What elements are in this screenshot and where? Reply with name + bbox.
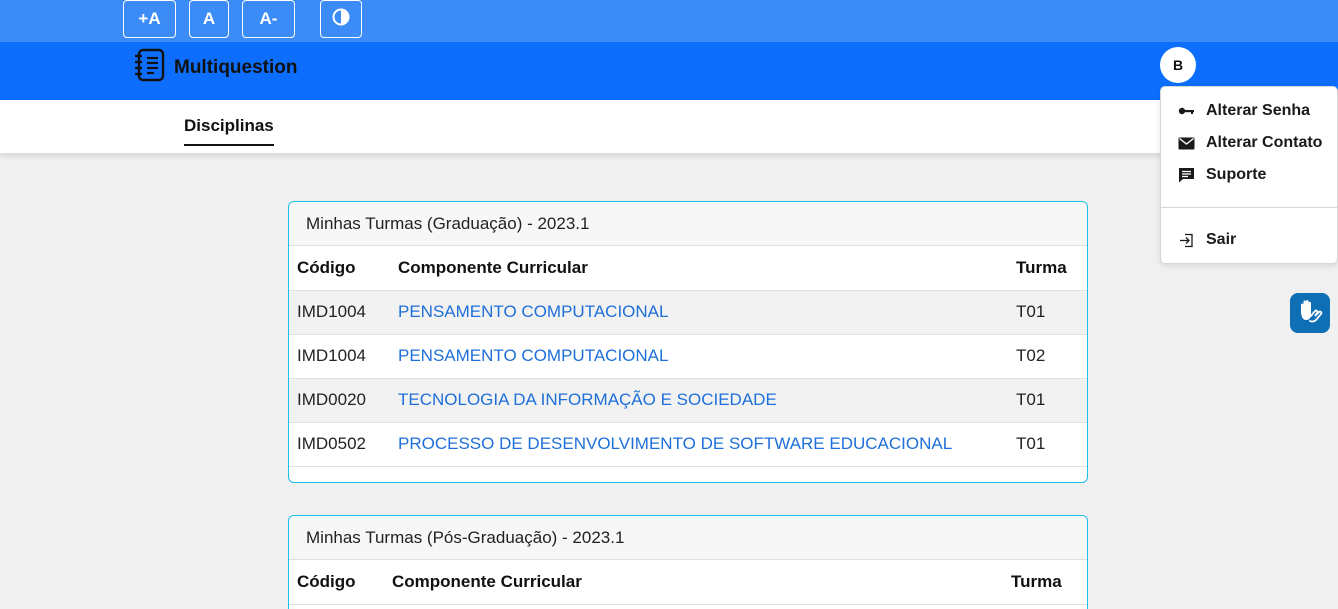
menu-item-alterar-contato[interactable]: Alterar Contato — [1177, 134, 1322, 152]
menu-item-label: Alterar Senha — [1206, 102, 1311, 119]
column-header-componente: Componente Curricular — [390, 246, 1008, 291]
card-title: Minhas Turmas (Graduação) - 2023.1 — [289, 202, 1087, 246]
navbar: Multiquestion B — [0, 42, 1338, 100]
subnav: Disciplinas — [0, 100, 1338, 153]
tab-disciplinas[interactable]: Disciplinas — [184, 116, 274, 146]
accessibility-bar: +A A A- — [0, 0, 1338, 42]
card-title: Minhas Turmas (Pós-Graduação) - 2023.1 — [289, 516, 1087, 560]
table-row: IMD0502 PROCESSO DE DESENVOLVIMENTO DE S… — [289, 422, 1087, 467]
menu-item-alterar-senha[interactable]: Alterar Senha — [1177, 102, 1310, 120]
cell-componente: PENSAMENTO COMPUTACIONAL — [390, 334, 1008, 379]
envelope-icon — [1177, 137, 1195, 150]
course-link[interactable]: PENSAMENTO COMPUTACIONAL — [398, 346, 668, 365]
column-header-codigo: Código — [289, 560, 384, 605]
user-avatar-button[interactable]: B — [1160, 47, 1196, 83]
vlibras-widget-button[interactable] — [1290, 293, 1330, 333]
classes-table: Código Componente Curricular Turma IMD10… — [289, 246, 1087, 467]
contrast-icon — [332, 8, 350, 31]
cell-codigo: IMD0020 — [289, 378, 390, 423]
course-link[interactable]: PROCESSO DE DESENVOLVIMENTO DE SOFTWARE … — [398, 434, 952, 453]
cell-componente: PENSAMENTO COMPUTACIONAL — [390, 290, 1008, 335]
menu-item-sair[interactable]: Sair — [1177, 231, 1236, 249]
menu-divider — [1161, 207, 1337, 208]
cell-componente: TECNOLOGIA DA INFORMAÇÃO E SOCIEDADE — [390, 378, 1008, 423]
column-header-codigo: Código — [289, 246, 390, 291]
cell-codigo: IMD0502 — [289, 422, 390, 467]
cell-componente: PROCESSO DE DESENVOLVIMENTO DE SOFTWARE … — [390, 422, 1008, 467]
logout-icon — [1177, 233, 1195, 248]
table-row: IMD0020 TECNOLOGIA DA INFORMAÇÃO E SOCIE… — [289, 378, 1087, 423]
contrast-toggle-button[interactable] — [320, 0, 362, 38]
key-icon — [1177, 106, 1195, 116]
menu-item-label: Sair — [1206, 231, 1237, 248]
decrease-font-button[interactable]: A- — [242, 0, 295, 38]
graduacao-classes-card: Minhas Turmas (Graduação) - 2023.1 Códig… — [288, 201, 1088, 483]
classes-table: Código Componente Curricular Turma — [289, 560, 1087, 605]
menu-item-label: Suporte — [1206, 166, 1267, 183]
column-header-componente: Componente Curricular — [384, 560, 1003, 605]
menu-item-label: Alterar Contato — [1206, 134, 1323, 151]
cell-turma: T02 — [1008, 334, 1087, 379]
course-link[interactable]: PENSAMENTO COMPUTACIONAL — [398, 302, 668, 321]
menu-item-suporte[interactable]: Suporte — [1177, 166, 1266, 184]
default-font-button[interactable]: A — [189, 0, 229, 38]
column-header-turma: Turma — [1003, 560, 1087, 605]
pos-graduacao-classes-card: Minhas Turmas (Pós-Graduação) - 2023.1 C… — [288, 515, 1088, 609]
brand-link[interactable]: Multiquestion — [134, 48, 297, 87]
cell-codigo: IMD1004 — [289, 334, 390, 379]
increase-font-button[interactable]: +A — [123, 0, 176, 38]
brand-name: Multiquestion — [174, 56, 298, 78]
cell-turma: T01 — [1008, 290, 1087, 335]
cell-codigo: IMD1004 — [289, 290, 390, 335]
chat-icon — [1177, 167, 1195, 183]
table-row: IMD1004 PENSAMENTO COMPUTACIONAL T02 — [289, 334, 1087, 379]
cell-turma: T01 — [1008, 378, 1087, 423]
table-row: IMD1004 PENSAMENTO COMPUTACIONAL T01 — [289, 290, 1087, 335]
user-dropdown-menu: Alterar Senha Alterar Contato Suporte Sa… — [1160, 86, 1338, 264]
notebook-icon — [134, 48, 166, 87]
cell-turma: T01 — [1008, 422, 1087, 467]
course-link[interactable]: TECNOLOGIA DA INFORMAÇÃO E SOCIEDADE — [398, 390, 777, 409]
vlibras-hands-icon — [1297, 299, 1323, 328]
column-header-turma: Turma — [1008, 246, 1087, 291]
